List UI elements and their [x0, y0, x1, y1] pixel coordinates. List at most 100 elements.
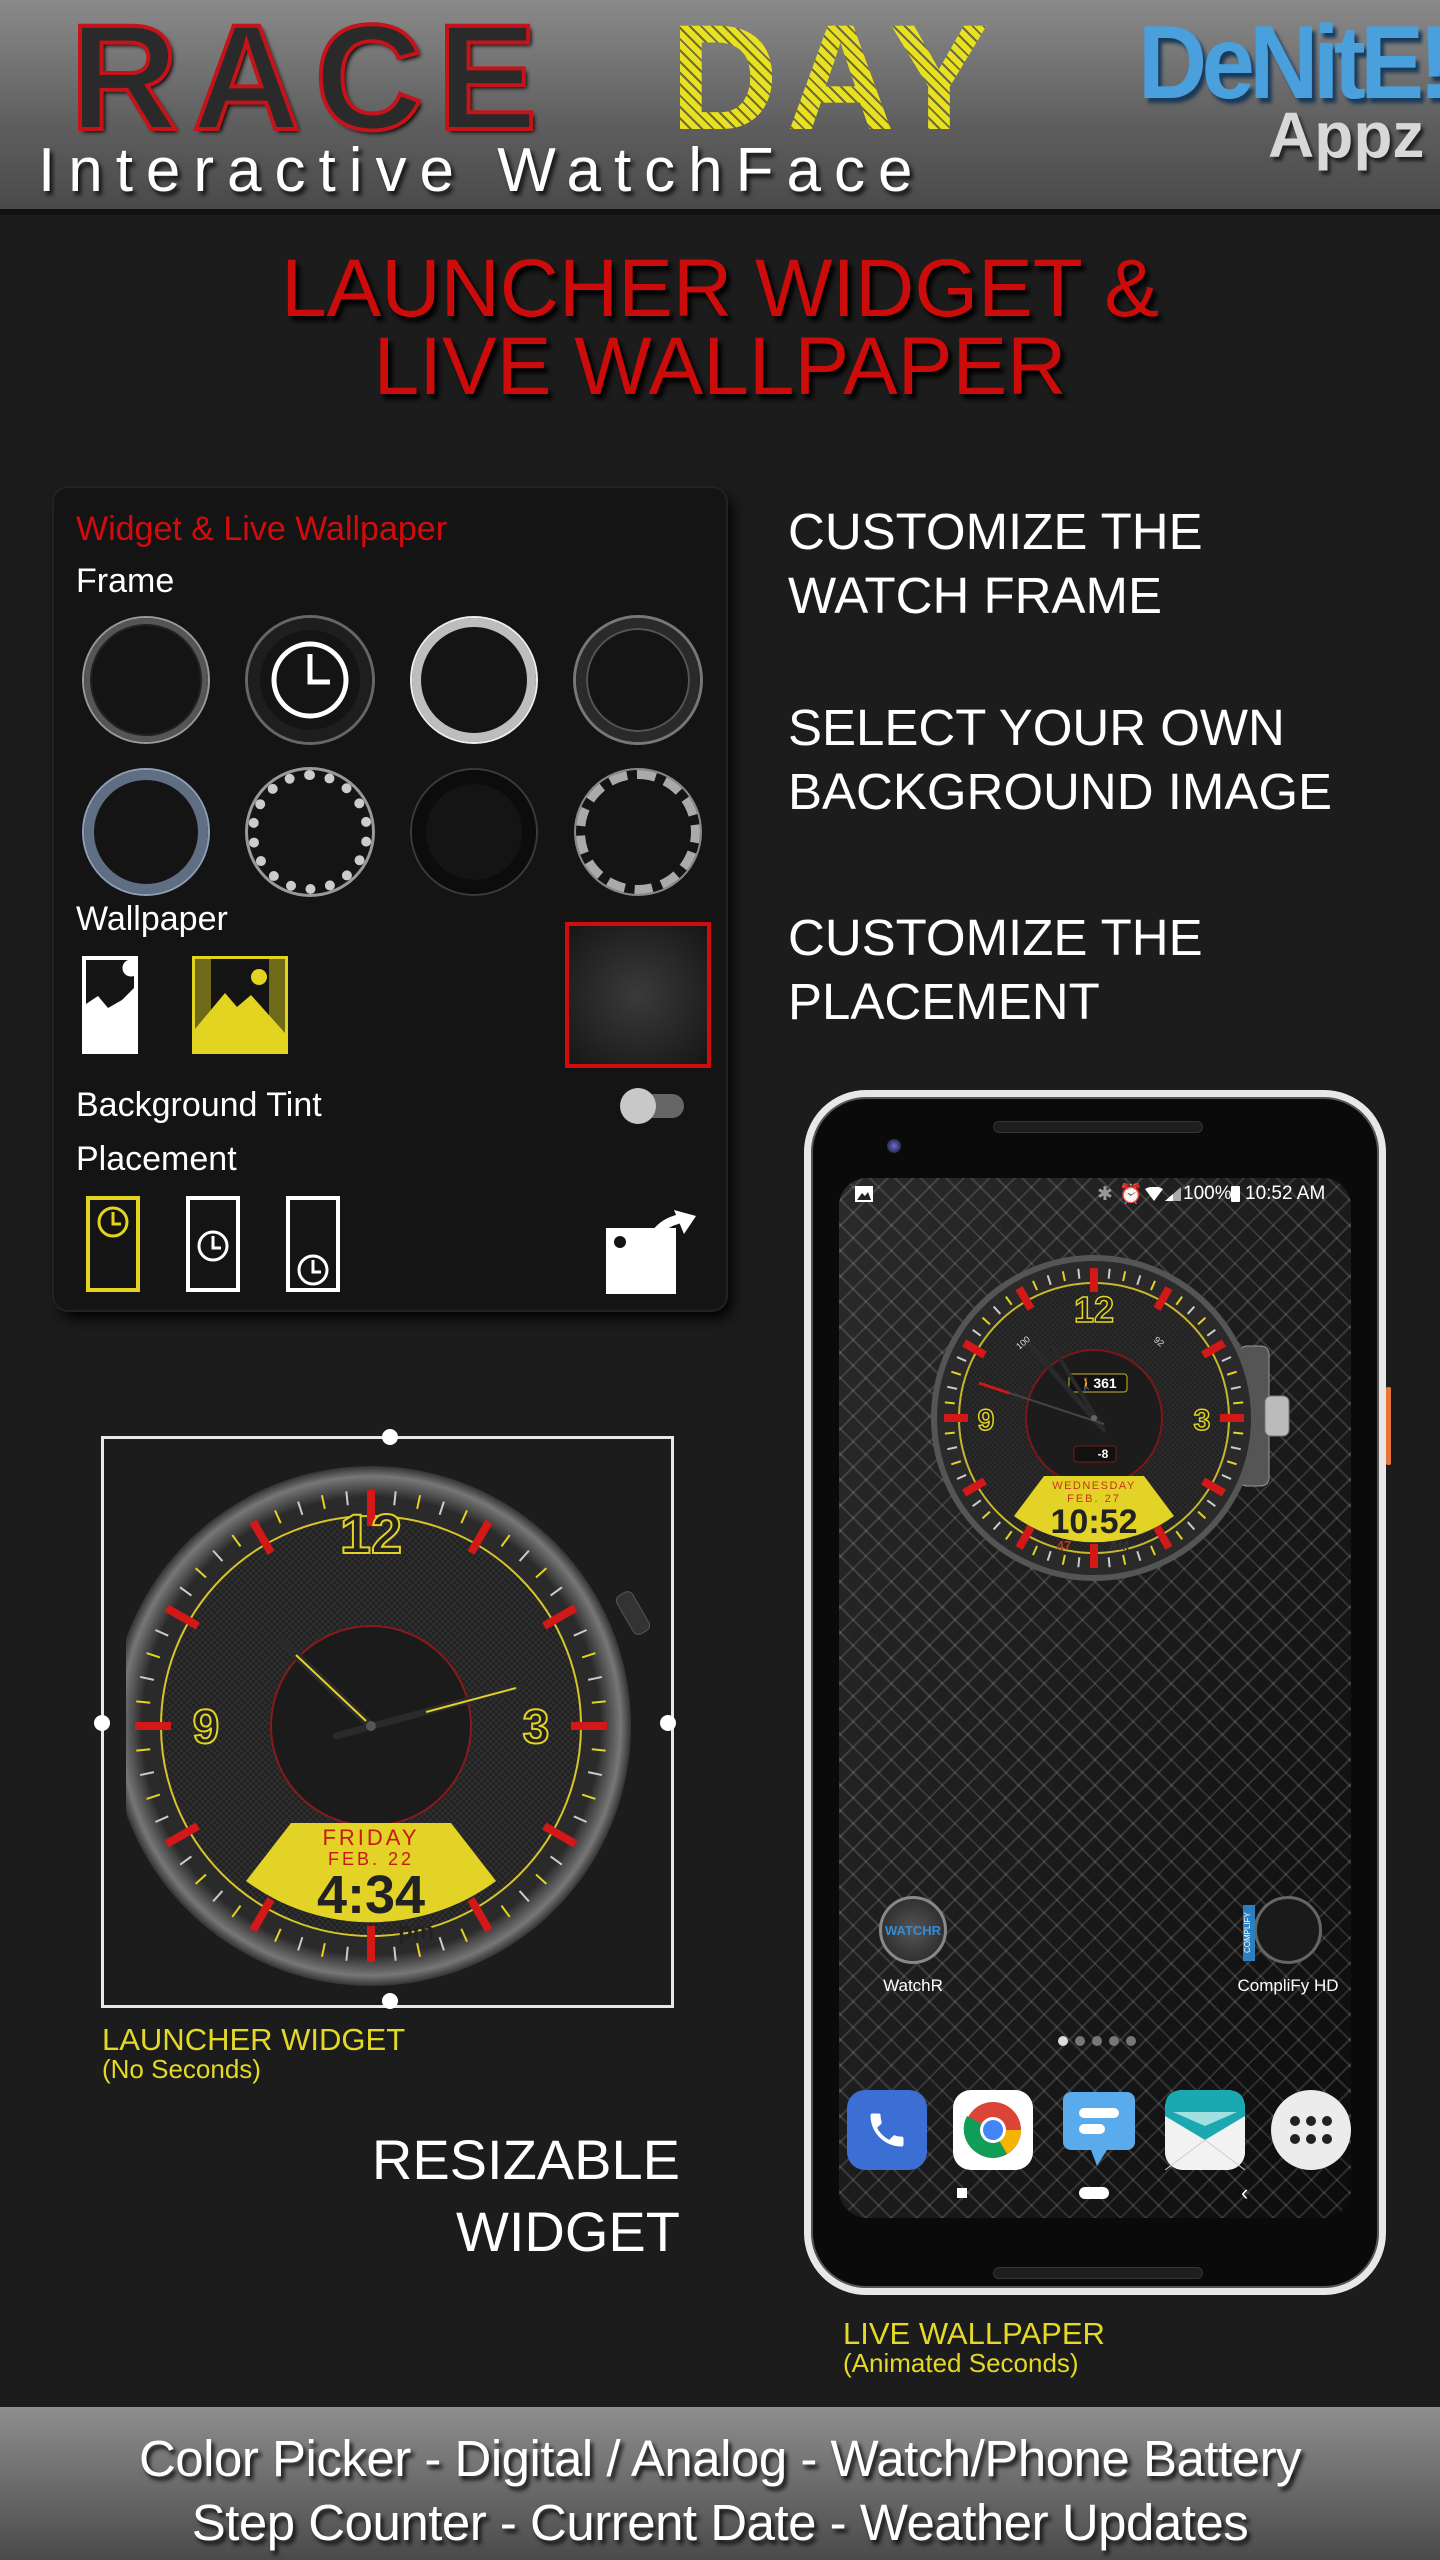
frame-option-2[interactable]	[248, 618, 372, 742]
dock-phone[interactable]	[847, 2090, 927, 2170]
resizable-widget-frame[interactable]: 12 3 9 FRIDAY FEB. 22 4:34 pm	[94, 1429, 676, 2009]
feature-1-line2: WATCH FRAME	[788, 567, 1162, 624]
minute-tick	[1107, 1557, 1111, 1568]
feature-2-line1: SELECT YOUR OWN	[788, 699, 1285, 756]
placement-option-top[interactable]	[86, 1196, 140, 1292]
shortcut-label: CompliFy HD	[1237, 1976, 1339, 1995]
phone-icon	[870, 2113, 904, 2147]
message-icon	[1063, 2092, 1135, 2166]
frame-option-6[interactable]	[248, 770, 372, 894]
shortcut-label: WatchR	[883, 1976, 943, 1995]
page-dot[interactable]	[1109, 2036, 1119, 2046]
title-day: DAY	[670, 0, 997, 161]
shortcut-complify[interactable]: COMPLIFY CompliFy HD	[1233, 1896, 1343, 1996]
apps-grid-icon	[1290, 2116, 1332, 2144]
background-tint-toggle[interactable]	[620, 1088, 684, 1124]
walk-icon: 🚶	[1079, 1377, 1094, 1391]
dock-messages[interactable]	[1059, 2090, 1139, 2170]
feature-2-line2: BACKGROUND IMAGE	[788, 763, 1333, 820]
frame-option-1[interactable]	[84, 618, 208, 742]
minute-tick	[1233, 1401, 1244, 1405]
widget-caption: LAUNCHER WIDGET	[102, 2022, 406, 2057]
headline-line1: LAUNCHER WIDGET &	[281, 243, 1159, 334]
dock-app-drawer[interactable]	[1271, 2090, 1351, 2170]
placement-option-center[interactable]	[186, 1196, 240, 1292]
footer-features-line1: Color Picker - Digital / Analog - Watch/…	[138, 2430, 1302, 2487]
crown	[615, 1591, 651, 1635]
wallpaper-option-fixed[interactable]	[192, 956, 288, 1054]
battery-icon	[1231, 1186, 1240, 1202]
phone-mockup: ✱ ⏰ 100% 10:52 AM 12 3 9 361 🚶 -8 100 92…	[804, 1090, 1391, 2295]
phone-screen: ✱ ⏰ 100% 10:52 AM 12 3 9 361 🚶 -8 100 92…	[839, 1178, 1351, 2218]
page-dot[interactable]	[1058, 2036, 1068, 2046]
frame-option-4[interactable]	[576, 618, 700, 742]
power-button[interactable]	[1386, 1387, 1391, 1465]
app-dock	[847, 2090, 1351, 2170]
headline-line2: LIVE WALLPAPER	[373, 321, 1067, 412]
wallpaper-label: Wallpaper	[76, 900, 228, 938]
resizable-line2: WIDGET	[456, 2200, 680, 2263]
frame-label: Frame	[76, 562, 175, 600]
hand-pivot	[366, 1721, 376, 1731]
shortcut-watchr[interactable]: WATCHR WatchR	[873, 1896, 953, 1996]
watch-hour-12: 12	[1074, 1289, 1114, 1330]
earpiece-speaker	[993, 1121, 1203, 1133]
weather-temp: -8	[1098, 1447, 1109, 1461]
page-dot[interactable]	[1075, 2036, 1085, 2046]
clock-icon	[297, 1254, 329, 1286]
minute-tick	[1077, 1557, 1081, 1568]
widget-day: FRIDAY	[322, 1825, 419, 1850]
live-wallpaper-watch-face: 12 3 9 361 🚶 -8 100 92 WEDNESDAY FEB. 27…	[931, 1255, 1290, 1581]
page-indicator	[1058, 2036, 1136, 2046]
resize-handle-left[interactable]	[94, 1715, 110, 1731]
hour-label-3: 3	[523, 1701, 550, 1754]
page-dot[interactable]	[1126, 2036, 1136, 2046]
subtitle: Interactive WatchFace	[38, 136, 926, 205]
nav-back-button[interactable]: ‹	[1241, 2180, 1248, 2206]
frame-option-3[interactable]	[412, 618, 536, 742]
resizable-widget-title: RESIZABLE WIDGET	[310, 2124, 680, 2268]
resize-handle-right[interactable]	[660, 1715, 676, 1731]
nav-recents-button[interactable]	[957, 2188, 967, 2198]
footer-features-line2: Step Counter - Current Date - Weather Up…	[191, 2494, 1249, 2551]
image-icon-selected	[195, 959, 285, 1051]
header-banner: RACE DAY Interactive WatchFace DeNitE! A…	[0, 0, 1440, 215]
image-icon	[86, 960, 134, 1008]
wifi-icon	[1145, 1187, 1163, 1201]
settings-panel: Widget & Live Wallpaper Frame Wallpaper …	[54, 488, 726, 1310]
widget-caption-sub: (No Seconds)	[102, 2054, 261, 2084]
background-image-preview[interactable]	[565, 922, 711, 1068]
dock-chrome[interactable]	[953, 2090, 1033, 2170]
complify-badge: COMPLIFY	[1243, 1905, 1255, 1961]
weather-box	[1073, 1445, 1117, 1463]
feature-3-line2: PLACEMENT	[788, 973, 1100, 1030]
minute-tick	[1077, 1268, 1081, 1279]
wallpaper-option-scroll[interactable]	[82, 956, 138, 1054]
dock-email[interactable]	[1165, 2090, 1245, 2170]
status-bar: ✱ ⏰ 100% 10:52 AM	[839, 1178, 1351, 1210]
frame-option-7[interactable]	[412, 770, 536, 894]
chrome-icon	[963, 2102, 1021, 2158]
toggle-thumb	[620, 1088, 656, 1124]
feature-3-line1: CUSTOMIZE THE	[788, 909, 1203, 966]
watch-crown	[1264, 1395, 1290, 1437]
resize-handle-top[interactable]	[382, 1429, 398, 1445]
watch-pivot	[1091, 1415, 1097, 1421]
live-wallpaper-caption: LIVE WALLPAPER	[843, 2316, 1105, 2351]
resize-handle-bottom[interactable]	[382, 1993, 398, 2009]
watchr-icon: WATCHR	[879, 1896, 947, 1964]
watch-hour-9: 9	[978, 1404, 995, 1437]
nav-home-button[interactable]	[1079, 2187, 1109, 2199]
frame-option-5[interactable]	[84, 770, 208, 894]
pick-image-button[interactable]	[604, 1210, 696, 1296]
step-count: 361	[1093, 1375, 1117, 1391]
frame-grid-row-2	[84, 770, 700, 894]
front-camera	[887, 1139, 901, 1153]
alarm-icon: ⏰	[1119, 1184, 1143, 1205]
clock-icon	[271, 641, 349, 719]
page-dot[interactable]	[1092, 2036, 1102, 2046]
minute-tick	[944, 1431, 955, 1435]
placement-option-bottom[interactable]	[286, 1196, 340, 1292]
watch-hour-3: 3	[1194, 1404, 1211, 1437]
frame-option-8[interactable]	[576, 770, 700, 894]
